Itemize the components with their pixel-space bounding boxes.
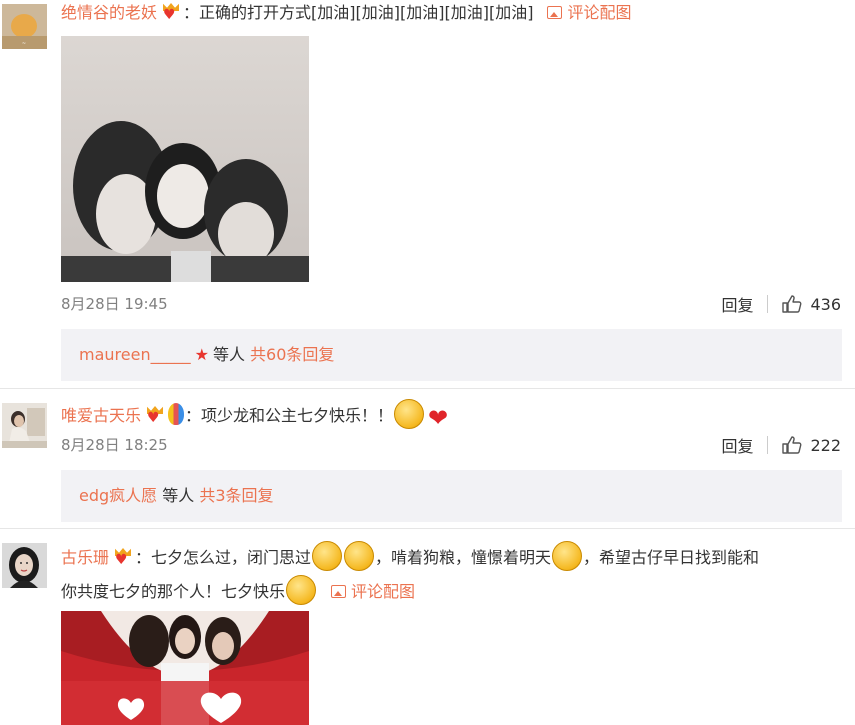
like-icon[interactable] <box>782 295 802 313</box>
comment-text: ：项少龙和公主七夕快乐！！ <box>185 406 394 425</box>
reply-username[interactable]: maureen_____ <box>79 345 191 364</box>
username[interactable]: 古乐珊 <box>61 548 109 567</box>
username[interactable]: 绝情谷的老妖 <box>61 3 157 22</box>
svg-text:~: ~ <box>22 41 26 47</box>
avatar[interactable]: ~ <box>2 4 47 49</box>
like-count: 222 <box>810 435 841 455</box>
comment-actions: 回复 222 <box>721 433 841 457</box>
comment-1: ~ 绝情谷的老妖 ♥ ：正确的打开方式[加油][加油][加油][加油][加油] 评论配… <box>0 0 855 388</box>
comment-text: ，啃着狗粮，憧憬着明天 <box>375 548 552 567</box>
comment-text: ，希望古仔早日找到能和 <box>583 548 760 567</box>
divider <box>767 295 769 313</box>
reply-summary[interactable]: edg疯人愿 等人 共3条回复 <box>61 470 842 522</box>
comment-text: ：正确的打开方式[加油][加油][加油][加油][加油] <box>183 3 534 22</box>
comment-2: 唯爱古天乐 ♥ ：项少龙和公主七夕快乐！！ ❤ 8月28日 18:25 回复 222 … <box>0 389 855 528</box>
comment-3: 古乐珊 ♥ ：七夕怎么过，闭门思过 ，啃着狗粮，憧憬着明天 ，希望古仔早日找到能和 你共… <box>0 529 855 725</box>
reply-button[interactable]: 回复 <box>721 433 753 457</box>
reply-button[interactable]: 回复 <box>721 292 753 316</box>
reply-summary[interactable]: maureen_____ ★ 等人 共60条回复 <box>61 329 842 381</box>
avatar[interactable] <box>2 543 47 588</box>
comment-text: ：七夕怎么过，闭门思过 <box>135 548 312 567</box>
smile-emoji-icon <box>394 399 425 429</box>
avatar[interactable] <box>2 403 47 448</box>
comment-actions: 回复 436 <box>721 292 841 316</box>
comment-pic-link[interactable]: 评论配图 <box>331 582 415 601</box>
comment-photo[interactable] <box>61 611 309 725</box>
vip-badge-icon: ♥ <box>161 3 181 22</box>
comment-text-line-2: 你共度七夕的那个人！七夕快乐 评论配图 <box>61 575 415 605</box>
comment-text-line: 绝情谷的老妖 ♥ ：正确的打开方式[加油][加油][加油][加油][加油] 评论配图 <box>61 2 631 24</box>
comment-time: 8月28日 18:25 <box>61 436 168 454</box>
laughing-emoji-icon <box>344 541 375 571</box>
reply-count-link[interactable]: 共3条回复 <box>199 486 273 505</box>
like-icon[interactable] <box>782 436 802 454</box>
blush-emoji-icon <box>552 541 583 571</box>
star-icon: ★ <box>194 345 209 364</box>
pleading-emoji-icon <box>286 575 317 605</box>
image-icon <box>547 6 563 19</box>
comment-pic-link[interactable]: 评论配图 <box>547 3 631 22</box>
comment-text-line-1: 古乐珊 ♥ ：七夕怎么过，闭门思过 ，啃着狗粮，憧憬着明天 ，希望古仔早日找到能和 <box>61 541 759 571</box>
thinking-emoji-icon <box>312 541 343 571</box>
heart-emoji-icon: ❤ <box>427 404 449 432</box>
reply-suffix: 等人 <box>212 345 245 364</box>
vip-badge-icon: ♥ <box>113 548 133 567</box>
reply-count-link[interactable]: 共60条回复 <box>250 345 334 364</box>
reply-username[interactable]: edg疯人愿 <box>79 486 157 505</box>
username[interactable]: 唯爱古天乐 <box>61 406 141 425</box>
comment-text: 你共度七夕的那个人！七夕快乐 <box>61 582 286 601</box>
comment-photo[interactable] <box>61 36 309 282</box>
comment-time: 8月28日 19:45 <box>61 295 168 313</box>
comment-text-line: 唯爱古天乐 ♥ ：项少龙和公主七夕快乐！！ ❤ <box>61 399 451 430</box>
image-icon <box>331 585 347 598</box>
vip-badge-icon: ♥ <box>145 406 165 425</box>
like-count: 436 <box>810 294 841 314</box>
divider <box>767 436 769 454</box>
balloon-icon <box>168 403 185 425</box>
reply-suffix: 等人 <box>162 486 195 505</box>
